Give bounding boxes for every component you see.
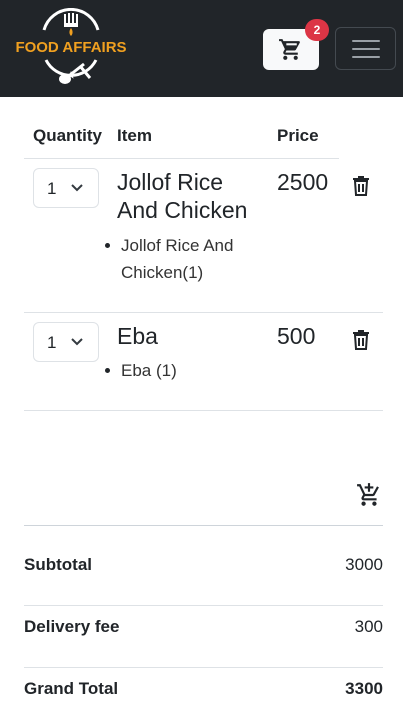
item-price: 2500: [277, 169, 329, 195]
column-header-quantity: Quantity: [33, 126, 102, 145]
add-to-cart-icon[interactable]: [356, 482, 382, 508]
column-header-item: Item: [117, 126, 152, 145]
grand-total-label: Grand Total: [24, 679, 119, 698]
subtotal-value: 3000: [345, 555, 383, 574]
item-price: 500: [277, 323, 316, 349]
column-header-price: Price: [277, 126, 319, 145]
divider: [24, 312, 383, 313]
quantity-value: 1: [47, 179, 57, 198]
divider: [24, 410, 383, 411]
delivery-fee-value: 300: [354, 617, 383, 636]
chevron-down-icon: [71, 338, 83, 346]
hamburger-icon-line: [352, 40, 380, 42]
quantity-value: 1: [47, 333, 57, 352]
navbar: FOOD AFFAIRS 2: [0, 0, 403, 97]
bullet-icon: [105, 243, 110, 248]
delivery-fee-label: Delivery fee: [24, 617, 120, 636]
quantity-select[interactable]: 1: [33, 168, 99, 208]
trash-icon[interactable]: [351, 329, 371, 350]
item-name: Jollof Rice And Chicken: [117, 169, 248, 223]
item-name: Eba: [117, 323, 158, 349]
item-detail: Eba (1): [121, 361, 177, 380]
hamburger-icon-line: [352, 48, 380, 50]
cart-count-badge: 2: [305, 19, 329, 41]
shopping-cart-icon: [279, 39, 300, 60]
item-detail: Jollof Rice And Chicken(1): [121, 236, 234, 282]
divider: [24, 158, 339, 159]
divider: [24, 667, 383, 668]
food-affairs-logo[interactable]: FOOD AFFAIRS: [8, 8, 134, 90]
divider: [24, 605, 383, 606]
subtotal-label: Subtotal: [24, 555, 92, 574]
menu-toggle-button[interactable]: [335, 27, 396, 70]
trash-icon[interactable]: [351, 175, 371, 196]
grand-total-value: 3300: [345, 679, 383, 698]
chevron-down-icon: [71, 184, 83, 192]
brand-text: FOOD AFFAIRS: [15, 39, 126, 56]
bullet-icon: [105, 368, 110, 373]
quantity-select[interactable]: 1: [33, 322, 99, 362]
divider: [24, 525, 383, 526]
hamburger-icon-line: [352, 56, 380, 58]
